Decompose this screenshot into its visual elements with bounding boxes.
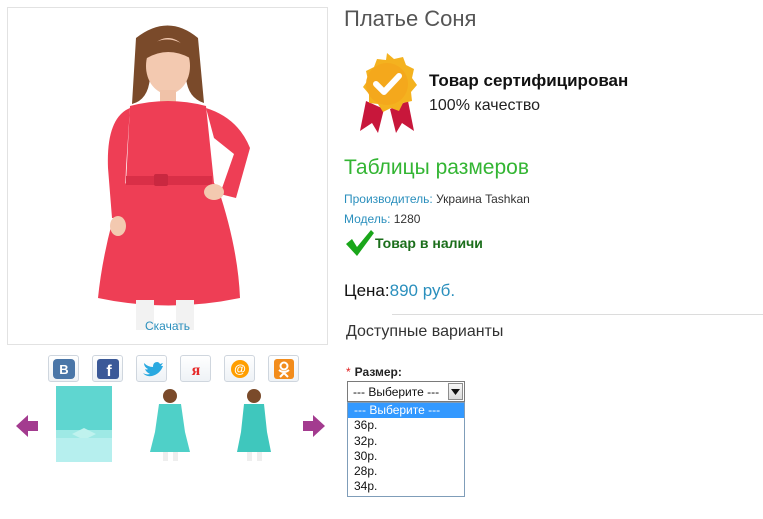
manufacturer-value: Украина Tashkan [432,192,530,206]
size-option[interactable]: --- Выберите --- [348,403,464,419]
size-option[interactable]: 34р. [348,479,464,494]
size-option[interactable]: 30р. [348,449,464,464]
model-value: 1280 [390,212,421,226]
manufacturer-key[interactable]: Производитель: [344,192,433,206]
manufacturer-line: Производитель: Украина Tashkan [344,192,530,206]
mailru-icon: @ [230,359,249,378]
model-key: Модель: [344,212,391,226]
vk-icon: B [52,358,75,379]
svg-text:f: f [106,363,112,379]
mailru-share-button[interactable]: @ [224,355,255,382]
twitter-share-button[interactable] [136,355,167,382]
page-title: Платье Соня [344,6,477,31]
price-row: Цена:890 руб. [344,281,455,301]
facebook-icon: f [96,358,119,379]
odnoklassniki-icon [273,358,294,379]
facebook-share-button[interactable]: f [92,355,123,382]
vk-share-button[interactable]: B [48,355,79,382]
price-value: 890 руб. [389,281,456,300]
yandex-share-button[interactable]: я [180,355,211,382]
girl-teal-dress-photo [237,389,271,461]
yandex-icon: я [191,362,200,379]
size-select[interactable]: --- Выберите --- [347,381,465,402]
chevron-down-icon [451,388,460,395]
twitter-icon [142,361,163,376]
download-link[interactable]: Скачать [8,319,327,333]
dropdown-button[interactable] [448,383,463,400]
svg-text:я: я [191,362,200,379]
size-option[interactable]: 28р. [348,464,464,479]
certificate-title: Товар сертифицирован [429,71,629,90]
model-line: Модель: 1280 [344,212,420,226]
share-buttons: B f я @ [48,355,299,383]
size-label-text: Размер: [354,365,402,379]
svg-text:@: @ [234,362,246,376]
girl-teal-dress-photo [150,389,190,461]
size-option[interactable]: 32р. [348,434,464,449]
girl-red-dress-photo [98,25,250,330]
svg-text:B: B [59,362,68,377]
price-label: Цена: [344,281,390,300]
main-product-image[interactable]: Скачать [7,7,328,345]
size-dropdown-list: --- Выберите --- 36р. 32р. 30р. 28р. 34р… [347,402,465,497]
divider [392,314,763,315]
checkmark-icon [346,230,374,256]
next-arrow-icon[interactable] [301,413,327,439]
stock-status-text: Товар в наличи [375,235,483,251]
odnoklassniki-share-button[interactable] [268,355,299,382]
thumbnail-1[interactable] [56,386,112,462]
thumbnail-2[interactable] [145,386,195,462]
thumbnail-3[interactable] [233,386,275,462]
dress-detail-photo [56,386,112,462]
required-mark: * [346,365,351,379]
size-select-value: --- Выберите --- [353,385,440,399]
stock-status: Товар в наличи [344,229,483,257]
certificate-subtitle: 100% качество [429,97,541,114]
variants-title: Доступные варианты [346,323,504,340]
size-tables-link[interactable]: Таблицы размеров [344,156,529,180]
size-label: * Размер: [346,365,402,379]
certificate-badge-icon [360,53,417,133]
size-option[interactable]: 36р. [348,418,464,433]
prev-arrow-icon[interactable] [14,413,40,439]
